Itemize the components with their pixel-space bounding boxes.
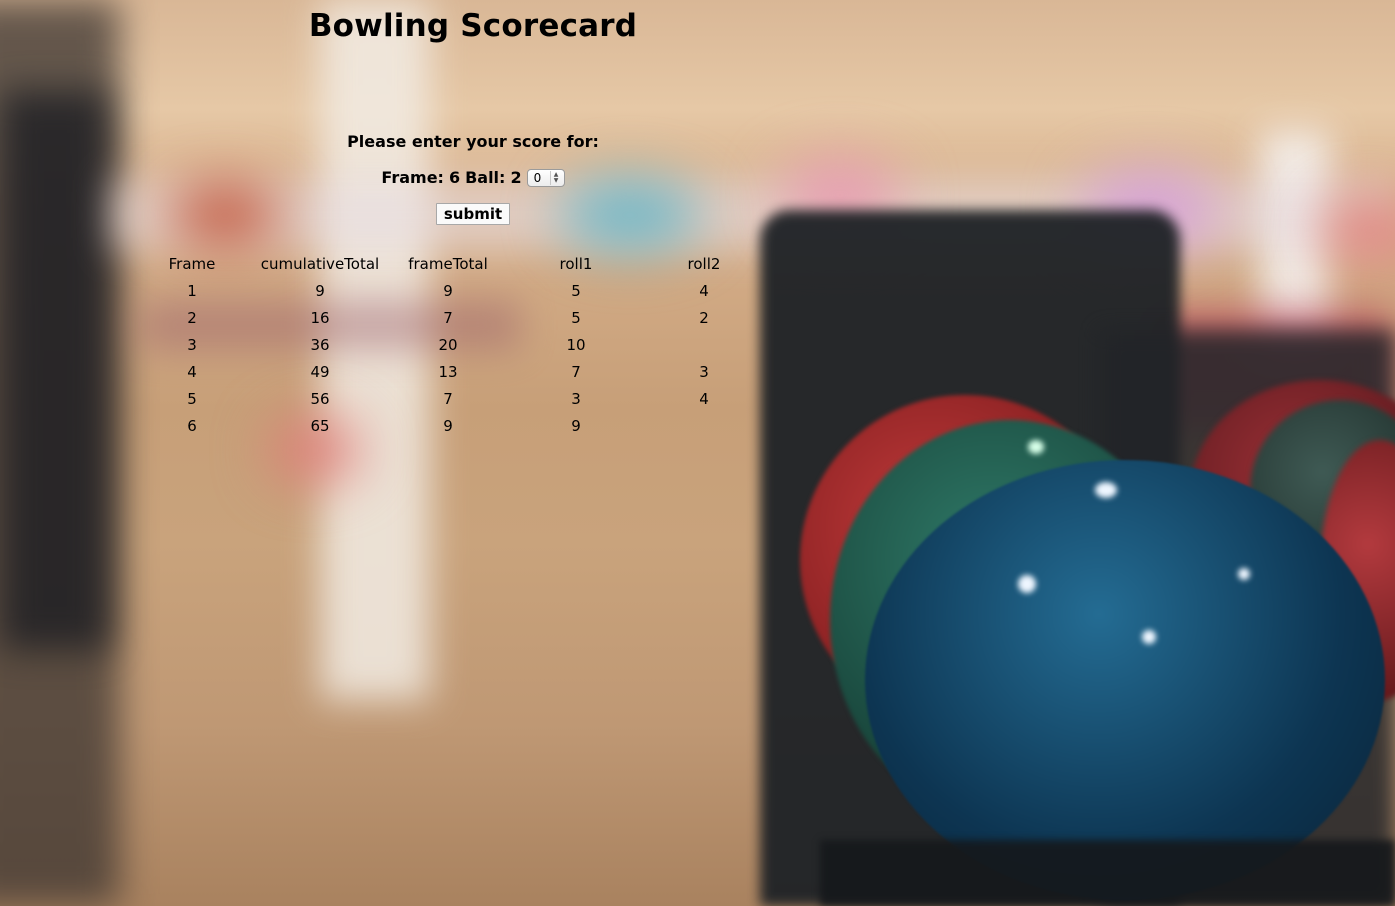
- cumulative-total-cell: 9: [315, 281, 325, 300]
- roll1-cell: 3: [571, 389, 581, 408]
- roll1-cell: 5: [571, 281, 581, 300]
- frame-cell: 6: [187, 416, 197, 435]
- frame-total-cell: 7: [443, 308, 453, 327]
- table-row: 6 65 9 9: [128, 412, 768, 439]
- cumulative-total-cell: 56: [310, 389, 330, 408]
- ball-number: 2: [510, 168, 522, 187]
- frame-total-cell: 20: [438, 335, 458, 354]
- column-header-cumulative-total: cumulativeTotal: [260, 254, 380, 273]
- roll2-cell: [640, 331, 768, 358]
- frame-total-cell: 13: [438, 362, 458, 381]
- roll2-cell: 4: [699, 389, 709, 408]
- frame-cell: 5: [187, 389, 197, 408]
- cumulative-total-cell: 16: [310, 308, 330, 327]
- column-header-frame-total: frameTotal: [408, 254, 488, 273]
- frame-number: 6: [448, 168, 461, 187]
- column-header-frame: Frame: [168, 254, 216, 273]
- cumulative-total-cell: 49: [310, 362, 330, 381]
- roll1-cell: 7: [571, 362, 581, 381]
- ball-label: Ball:: [465, 168, 506, 187]
- cumulative-total-cell: 36: [310, 335, 330, 354]
- frame-total-cell: 9: [443, 416, 453, 435]
- page-title: Bowling Scorecard: [308, 8, 638, 44]
- frame-cell: 3: [187, 335, 197, 354]
- table-row: 4 49 13 7 3: [128, 358, 768, 385]
- score-select[interactable]: 0 ▲ ▼: [526, 169, 565, 187]
- frame-ball-line: Frame: 6 Ball: 2 0 ▲ ▼: [0, 166, 946, 190]
- roll2-cell: 2: [699, 308, 709, 327]
- chevron-up-down-icon: ▲ ▼: [549, 171, 562, 185]
- table-row: 2 16 7 5 2: [128, 304, 768, 331]
- frame-total-cell: 7: [443, 389, 453, 408]
- frame-total-cell: 9: [443, 281, 453, 300]
- frame-cell: 2: [187, 308, 197, 327]
- roll1-cell: 5: [571, 308, 581, 327]
- score-prompt: Please enter your score for:: [347, 132, 599, 151]
- table-row: 5 56 7 3 4: [128, 385, 768, 412]
- roll1-cell: 9: [571, 416, 581, 435]
- column-header-roll1: roll1: [559, 254, 593, 273]
- score-select-value: 0: [533, 171, 542, 185]
- frame-cell: 1: [187, 281, 197, 300]
- roll2-cell: 4: [699, 281, 709, 300]
- frame-cell: 4: [187, 362, 197, 381]
- table-header-row: Frame cumulativeTotal frameTotal roll1 r…: [128, 250, 768, 277]
- table-row: 3 36 20 10: [128, 331, 768, 358]
- column-header-roll2: roll2: [687, 254, 721, 273]
- score-entry-form: Please enter your score for: Frame: 6 Ba…: [0, 130, 946, 225]
- submit-button[interactable]: submit: [435, 203, 511, 225]
- roll1-cell: 10: [566, 335, 586, 354]
- roll2-cell: [640, 412, 768, 439]
- score-table: Frame cumulativeTotal frameTotal roll1 r…: [128, 250, 768, 439]
- roll2-cell: 3: [699, 362, 709, 381]
- frame-label: Frame:: [381, 168, 444, 187]
- table-row: 1 9 9 5 4: [128, 277, 768, 304]
- cumulative-total-cell: 65: [310, 416, 330, 435]
